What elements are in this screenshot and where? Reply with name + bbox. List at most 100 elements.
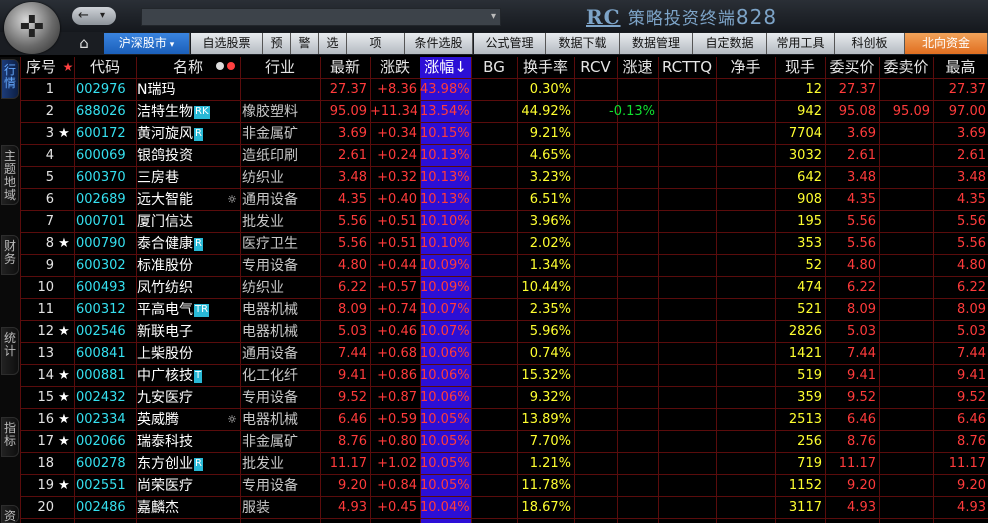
table-row[interactable]: 10 600493 凤竹纺织 纺织业 6.22 +0.57 10.09% 10.44% 474 6… [20, 277, 988, 299]
history-dropdown-icon[interactable]: ▾ [100, 7, 105, 25]
stock-name[interactable]: 厦门信达 [137, 211, 240, 233]
table-row[interactable]: 9 600302 标准股份 专用设备 4.80 +0.44 10.09% 1.34% 52 4.8… [20, 255, 988, 277]
menu-item-6[interactable]: 条件选股 [405, 33, 473, 54]
header-1[interactable]: ★ [62, 57, 74, 78]
bid-price: 11.17 [838, 456, 876, 471]
left-tab-4[interactable]: 指标 [1, 417, 19, 457]
header-3[interactable]: 名称 [136, 57, 240, 78]
header-4[interactable]: 行业 [240, 57, 320, 78]
menu-item-5[interactable]: 项 [347, 33, 405, 54]
header-2[interactable]: 代码 [74, 57, 136, 78]
menu-item-10[interactable]: 自定数据 [693, 33, 767, 54]
header-16[interactable]: 委卖价 [879, 57, 933, 78]
stock-flag-badge: TR [194, 303, 210, 317]
app-logo-icon[interactable]: ✜ [4, 2, 60, 54]
stock-name[interactable]: N瑞玛 [137, 79, 240, 101]
stock-name[interactable]: 凤竹纺织 [137, 277, 240, 299]
stock-name[interactable]: 洁特生物 RK [137, 101, 240, 123]
header-0[interactable]: 序号 [20, 57, 62, 78]
table-row[interactable]: 1 002976 N瑞玛 27.37 +8.36 43.98% 0.30% 12 27.37 27… [20, 79, 988, 101]
stock-code: 002551 [76, 478, 126, 493]
favorite-star-icon [56, 299, 72, 321]
table-row[interactable]: 3 ★ 600172 黄河旋风 R 非金属矿 3.69 +0.34 10.15% 9.21% 770… [20, 123, 988, 145]
high-price: 6.46 [957, 412, 986, 427]
table-row[interactable]: 11 600312 平高电气 TR 电器机械 8.09 +0.74 10.07% 2.35% 52… [20, 299, 988, 321]
stock-name[interactable]: 瑞泰科技 [137, 431, 240, 453]
stock-name[interactable]: 泰合健康 R [137, 233, 240, 255]
stock-name[interactable]: 新联电子 [137, 321, 240, 343]
header-5[interactable]: 最新 [320, 57, 370, 78]
stock-name[interactable]: 平高电气 TR [137, 299, 240, 321]
header-8[interactable]: BG [471, 57, 517, 78]
last-price: 27.37 [329, 82, 367, 97]
market-dropdown-icon[interactable]: ▾ [170, 40, 175, 50]
header-10[interactable]: RCV [574, 57, 617, 78]
left-tab-1[interactable]: 主题地域 [1, 145, 19, 205]
header-7[interactable]: 涨幅↓ [420, 57, 471, 78]
table-row[interactable]: 13 600841 上柴股份 通用设备 7.44 +0.68 10.06% 0.74% 1421… [20, 343, 988, 365]
menu-item-11[interactable]: 常用工具 [767, 33, 835, 54]
table-row[interactable]: 2 688026 洁特生物 RK 橡胶塑料 95.09 +11.34 13.54% 44.92%… [20, 101, 988, 123]
stock-name-text: 远大智能 [137, 192, 193, 208]
stock-name[interactable]: 东方创业 R [137, 453, 240, 475]
table-row[interactable]: 17 ★ 002066 瑞泰科技 非金属矿 8.76 +0.80 10.05% 7.70% 256… [20, 431, 988, 453]
table-row[interactable]: 4 600069 银鸽投资 造纸印刷 2.61 +0.24 10.13% 4.65% 3032 2… [20, 145, 988, 167]
table-row[interactable]: 5 600370 三房巷 纺织业 3.48 +0.32 10.13% 3.23% 642 3.48… [20, 167, 988, 189]
menu-item-9[interactable]: 数据管理 [620, 33, 693, 54]
left-tab-0[interactable]: 行情 [1, 59, 19, 99]
stock-name[interactable]: 嘉麟杰 [137, 497, 240, 519]
table-row[interactable]: 6 002689 远大智能 ☼ 通用设备 4.35 +0.40 10.13% 6.51% 908 4… [20, 189, 988, 211]
header-9[interactable]: 换手率 [517, 57, 574, 78]
stock-name[interactable]: 尚荣医疗 [137, 475, 240, 497]
menu-item-3[interactable]: 警 [291, 33, 319, 54]
menu-item-0[interactable]: 沪深股市 ▾ [104, 33, 190, 54]
header-13[interactable]: 净手 [716, 57, 775, 78]
stock-flag-badge: RK [194, 105, 210, 119]
name-filter-gear-icon[interactable] [227, 62, 235, 70]
table-row[interactable]: 8 ★ 000790 泰合健康 R 医疗卫生 5.56 +0.51 10.10% 2.02% 353… [20, 233, 988, 255]
stock-name[interactable]: 银鸽投资 [137, 145, 240, 167]
header-15[interactable]: 委买价 [825, 57, 879, 78]
header-14[interactable]: 现手 [775, 57, 825, 78]
name-filter-dot-icon[interactable] [216, 62, 224, 70]
menu-item-2[interactable]: 预 [263, 33, 291, 54]
left-tab-3[interactable]: 统计 [1, 327, 19, 375]
table-row[interactable]: 19 ★ 002551 尚荣医疗 专用设备 9.20 +0.84 10.05% 11.78% 11… [20, 475, 988, 497]
menu-item-7[interactable]: 公式管理 [474, 33, 546, 54]
menu-item-4[interactable]: 选 [319, 33, 347, 54]
address-input[interactable]: ▾ [141, 8, 501, 26]
left-tab-5[interactable]: 资 [1, 505, 19, 523]
stock-name[interactable]: 九安医疗 [137, 387, 240, 409]
menu-item-1[interactable]: 自选股票 [191, 33, 263, 54]
table-row[interactable]: 16 ★ 002334 英威腾 ☼ 电器机械 6.46 +0.59 10.05% 13.89% 25… [20, 409, 988, 431]
address-dropdown-icon[interactable]: ▾ [491, 9, 496, 25]
quote-table: 序号 ★ 代码 名称 行业 最新 涨跌 涨幅↓ BG 换手率 RCV 涨速 RCTTQ 净手 现手 委买价 委卖… [20, 57, 988, 523]
header-17[interactable]: 最高 [933, 57, 988, 78]
menu-item-8[interactable]: 数据下载 [546, 33, 620, 54]
price-change: +0.24 [377, 148, 417, 163]
header-11[interactable]: 涨速 [617, 57, 658, 78]
table-row[interactable]: 14 ★ 000881 中广核技 T 化工化纤 9.41 +0.86 10.06% 15.32% 5… [20, 365, 988, 387]
header-12[interactable]: RCTTQ [658, 57, 716, 78]
stock-name[interactable]: 三房巷 [137, 167, 240, 189]
stock-name[interactable]: 黄河旋风 R [137, 123, 240, 145]
home-icon[interactable]: ⌂ [73, 34, 95, 53]
menu-item-13[interactable]: 北向资金 [905, 33, 988, 54]
table-row[interactable]: 7 000701 厦门信达 批发业 5.56 +0.51 10.10% 3.96% 195 5.5… [20, 211, 988, 233]
back-button[interactable]: ← ▾ [72, 7, 116, 25]
stock-name-text: 银鸽投资 [137, 148, 193, 164]
stock-name[interactable]: 标准股份 [137, 255, 240, 277]
header-6[interactable]: 涨跌 [370, 57, 420, 78]
table-row[interactable]: 18 600278 东方创业 R 批发业 11.17 +1.02 10.05% 1.21% 719… [20, 453, 988, 475]
last-price: 6.46 [338, 412, 367, 427]
stock-name[interactable]: 中广核技 T [137, 365, 240, 387]
stock-name[interactable]: 上柴股份 [137, 343, 240, 365]
menu-item-12[interactable]: 科创板 [835, 33, 905, 54]
percent-change: 10.05% [420, 456, 469, 471]
left-tab-strip: 行情主题地域财务统计指标资 [0, 57, 20, 523]
ask-price [879, 233, 930, 255]
table-row[interactable]: 12 ★ 002546 新联电子 电器机械 5.03 +0.46 10.07% 5.96% 282… [20, 321, 988, 343]
table-row[interactable]: 15 ★ 002432 九安医疗 专用设备 9.52 +0.87 10.06% 9.32% 359… [20, 387, 988, 409]
left-tab-2[interactable]: 财务 [1, 235, 19, 275]
table-row[interactable]: 20 002486 嘉麟杰 服装 4.93 +0.45 10.04% 18.67% 3117 4.… [20, 497, 988, 519]
